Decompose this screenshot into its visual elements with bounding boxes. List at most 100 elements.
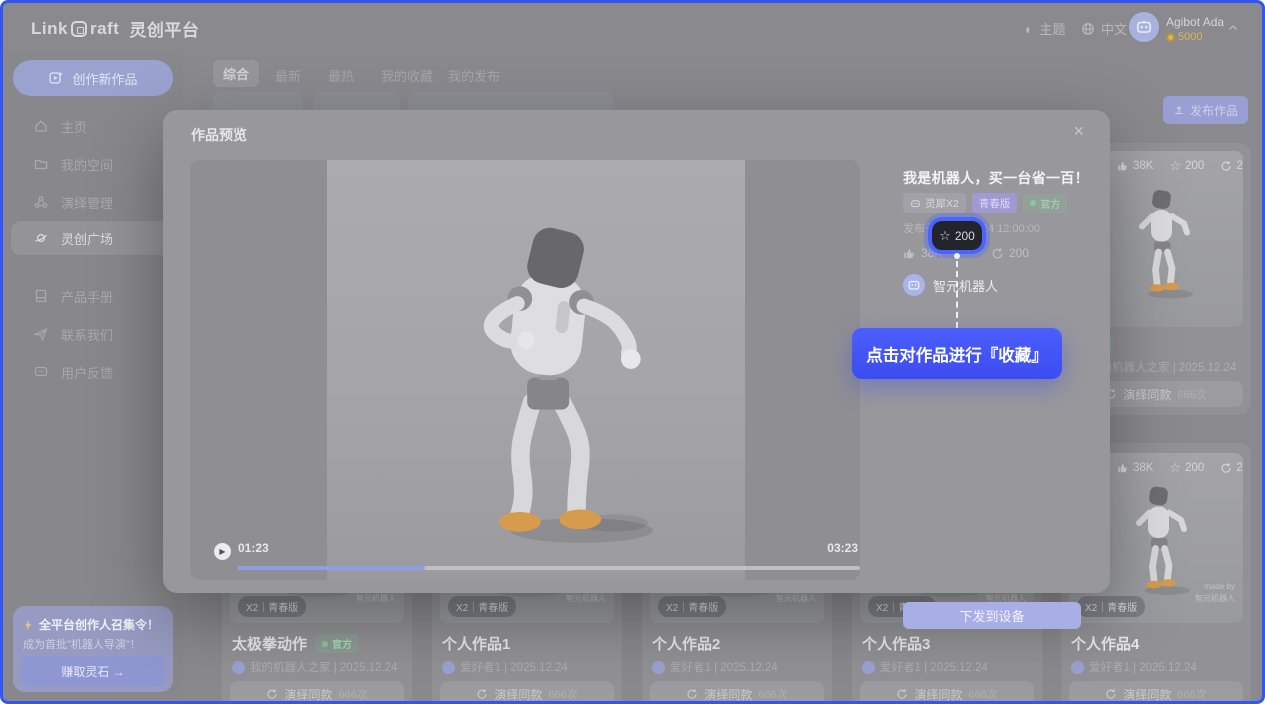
- progress-fill: [238, 566, 425, 570]
- sidebar-item-lingchuang-plaza[interactable]: 灵创广场: [11, 221, 175, 255]
- author-avatar: [652, 661, 665, 674]
- total-duration: 03:23: [827, 541, 858, 555]
- user-avatar[interactable]: [1129, 12, 1159, 42]
- sidebar: 创作新作品 主页 我的空间 演绎管理 灵创广场 产品手册 联系我们 用户反馈: [3, 51, 183, 701]
- current-time: 01:23: [238, 541, 269, 555]
- star-icon: ☆: [939, 229, 951, 242]
- earn-gems-button[interactable]: 赚取灵石 →: [21, 656, 165, 686]
- logo-craft-icon: [71, 21, 87, 37]
- user-name: Agibot Ada: [1166, 15, 1224, 29]
- share-icon: [1220, 160, 1232, 172]
- official-dot-icon: [1030, 200, 1036, 206]
- model-chip: 灵犀X2: [903, 193, 966, 213]
- model-tag: X2｜青春版: [658, 596, 726, 617]
- derive-icon: [266, 688, 278, 700]
- derive-same-button[interactable]: 演绎同款666次: [230, 681, 404, 704]
- robot-avatar-icon: [1135, 18, 1153, 36]
- card-author-meta: 爱好者1 | 2025.12.24: [1071, 659, 1197, 675]
- tab-comprehensive[interactable]: 综合: [213, 60, 259, 87]
- tab-my-favorites[interactable]: 我的收藏: [381, 66, 433, 85]
- card-author-meta: 我的机器人之家 | 2025.12.24: [232, 659, 397, 675]
- theme-icon: ◐: [1025, 21, 1033, 37]
- author-avatar: [903, 274, 925, 296]
- thumbs-up-icon: [1117, 160, 1129, 172]
- derive-icon: [1105, 688, 1117, 700]
- globe-icon: [1081, 22, 1095, 36]
- edition-chip: 青春版: [972, 193, 1018, 213]
- sidebar-item-label: 主页: [61, 117, 87, 136]
- card-author-meta: 爱好者1 | 2025.12.24: [862, 659, 988, 675]
- create-new-work-button[interactable]: 创作新作品: [13, 60, 173, 96]
- official-badge: 官方: [1023, 194, 1067, 213]
- promo-subtitle: 成为首批"机器人导演"！: [23, 636, 141, 652]
- sidebar-item-label: 灵创广场: [61, 229, 113, 248]
- thumbs-up-icon: [903, 247, 916, 260]
- tab-my-publications[interactable]: 我的发布: [448, 66, 500, 85]
- author-avatar: [232, 661, 245, 674]
- derive-same-button[interactable]: 演绎同款666次: [440, 681, 614, 704]
- coin-count: 5000: [1178, 31, 1202, 43]
- chat-bubble-icon: [33, 364, 49, 380]
- shares-stat[interactable]: 200: [991, 246, 1029, 260]
- card-title: 个人作品3: [862, 633, 930, 654]
- sidebar-item-my-space[interactable]: 我的空间: [11, 147, 175, 181]
- play-button[interactable]: ▶: [214, 543, 231, 560]
- share-icon: [991, 247, 1004, 260]
- sidebar-item-home[interactable]: 主页: [11, 109, 175, 143]
- video-frame: [327, 160, 745, 580]
- coin-icon: [1166, 33, 1175, 42]
- language-switcher[interactable]: 中文: [1081, 19, 1127, 38]
- guide-dashed-line: [956, 261, 958, 328]
- sidebar-item-user-feedback[interactable]: 用户反馈: [11, 355, 175, 389]
- theme-label: 主题: [1039, 19, 1065, 38]
- card-author-meta: 爱好者1 | 2025.12.24: [652, 659, 778, 675]
- publish-work-button[interactable]: 发布作品: [1163, 96, 1248, 124]
- planet-icon: [33, 230, 49, 246]
- logo-cn-name: 灵创平台: [129, 16, 199, 41]
- star-icon: ☆: [1169, 461, 1181, 474]
- tab-hottest[interactable]: 最热: [328, 66, 354, 85]
- sidebar-item-product-manual[interactable]: 产品手册: [11, 279, 175, 313]
- create-label: 创作新作品: [72, 69, 137, 88]
- sidebar-item-contact-us[interactable]: 联系我们: [11, 317, 175, 351]
- sidebar-item-performance-management[interactable]: 演绎管理: [11, 185, 175, 219]
- guide-tooltip: 点击对作品进行『收藏』: [852, 328, 1062, 379]
- watermark: made by智元机器人: [1195, 581, 1235, 605]
- author-avatar: [442, 661, 455, 674]
- play-icon: ▶: [219, 547, 225, 556]
- sidebar-item-label: 联系我们: [61, 325, 113, 344]
- sidebar-item-label: 产品手册: [61, 287, 113, 306]
- sidebar-item-label: 演绎管理: [61, 193, 113, 212]
- creator-promo-card: 全平台创作人召集令！ 成为首批"机器人导演"！ 赚取灵石 →: [13, 606, 173, 692]
- robot-video-still: [397, 195, 687, 565]
- sidebar-item-label: 我的空间: [61, 155, 113, 174]
- author-avatar: [862, 661, 875, 674]
- card-title: 太极拳动作 官方: [232, 633, 359, 654]
- app-logo: Linkraft 灵创平台: [31, 16, 199, 41]
- derive-same-button[interactable]: 演绎同款666次: [1069, 681, 1243, 704]
- home-icon: [33, 118, 49, 134]
- author-avatar: [1071, 661, 1084, 674]
- progress-bar[interactable]: [238, 566, 860, 570]
- star-icon: ☆: [1169, 159, 1181, 172]
- nodes-icon: [33, 194, 49, 210]
- send-to-device-button[interactable]: 下发到设备: [903, 602, 1081, 629]
- user-coins: 5000: [1166, 31, 1202, 43]
- robot-chip-icon: [910, 198, 921, 209]
- favorite-button-highlighted[interactable]: ☆ 200: [932, 221, 982, 250]
- model-tag: X2｜青春版: [448, 596, 516, 617]
- logo-text-suffix: raft: [90, 19, 119, 39]
- chevron-up-icon[interactable]: [1227, 22, 1239, 34]
- theme-toggle[interactable]: ◐ 主题: [1025, 19, 1065, 38]
- upload-icon: [1173, 104, 1185, 116]
- close-icon[interactable]: ×: [1073, 121, 1084, 142]
- app-window: Linkraft 灵创平台 ◐ 主题 中文 Agibot Ada 5000 创作…: [0, 0, 1265, 704]
- work-author[interactable]: 智元机器人: [903, 274, 998, 296]
- card-title: 个人作品2: [652, 633, 720, 654]
- derive-same-button[interactable]: 演绎同款666次: [650, 681, 824, 704]
- modal-title: 作品预览: [191, 125, 247, 145]
- tab-newest[interactable]: 最新: [275, 66, 301, 85]
- card-author-meta: 爱好者1 | 2025.12.24: [442, 659, 568, 675]
- work-title: 我是机器人，买一台省一百！: [903, 168, 1089, 188]
- derive-same-button[interactable]: 演绎同款666次: [860, 681, 1034, 704]
